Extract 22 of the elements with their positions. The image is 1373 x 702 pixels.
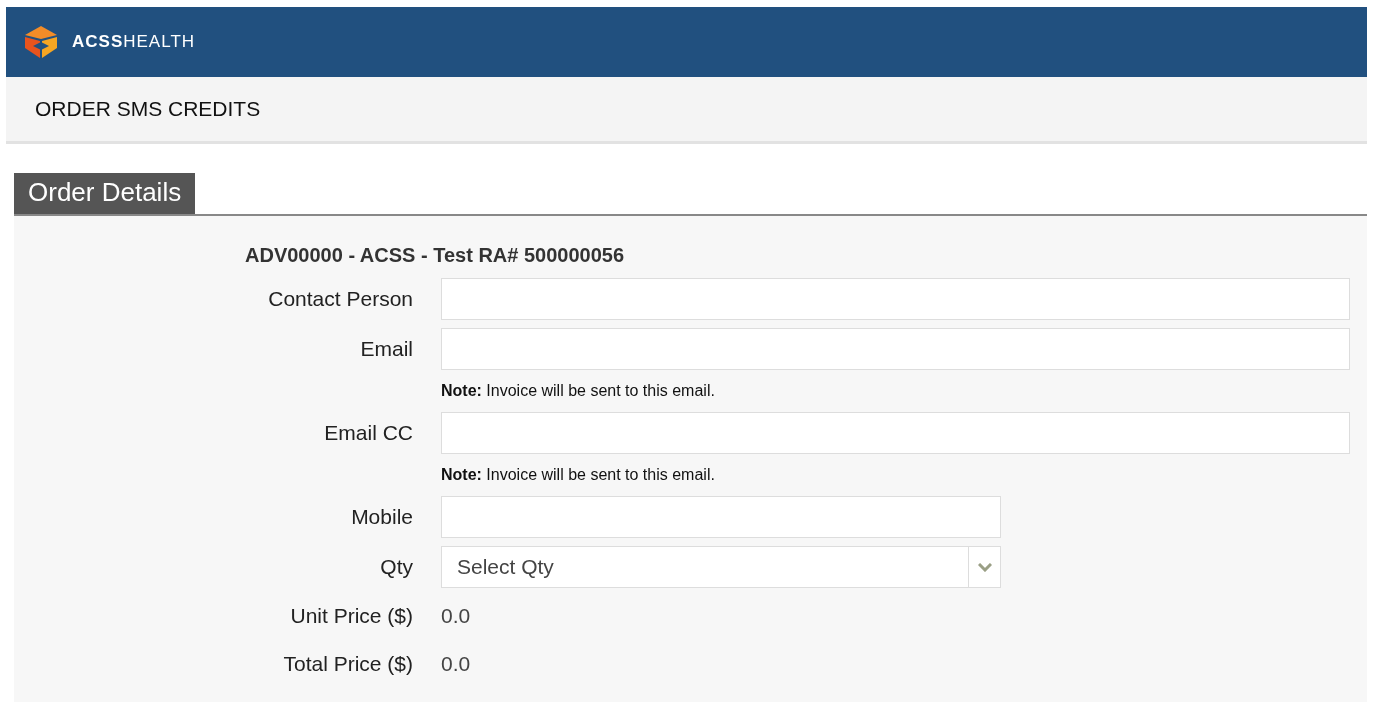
input-field[interactable]	[441, 328, 1350, 370]
input-field[interactable]	[441, 496, 1001, 538]
field-label: Unit Price ($)	[290, 604, 413, 627]
field-label: Mobile	[351, 505, 413, 528]
logo-text: ACSSHEALTH	[72, 32, 196, 52]
page-title: ORDER SMS CREDITS	[35, 97, 261, 121]
price-value: 0.0	[441, 604, 471, 627]
note-text: Note: Invoice will be sent to this email.	[441, 466, 715, 483]
field-label: Qty	[380, 555, 413, 578]
field-label: Total Price ($)	[283, 652, 413, 675]
field-label: Email CC	[324, 421, 413, 444]
chevron-down-icon	[977, 562, 992, 572]
note-text: Note: Invoice will be sent to this email.	[441, 382, 715, 399]
section-tab[interactable]: Order Details	[14, 173, 196, 214]
price-value: 0.0	[441, 652, 471, 675]
input-field[interactable]	[441, 278, 1350, 320]
logo-icon	[23, 26, 59, 58]
field-label: Contact Person	[268, 287, 413, 310]
field-label: Email	[360, 337, 413, 360]
select-dropdown[interactable]: Select Qty	[441, 546, 1001, 588]
account-heading: ADV00000 - ACSS - Test RA# 500000056	[245, 244, 625, 266]
input-field[interactable]	[441, 412, 1350, 454]
